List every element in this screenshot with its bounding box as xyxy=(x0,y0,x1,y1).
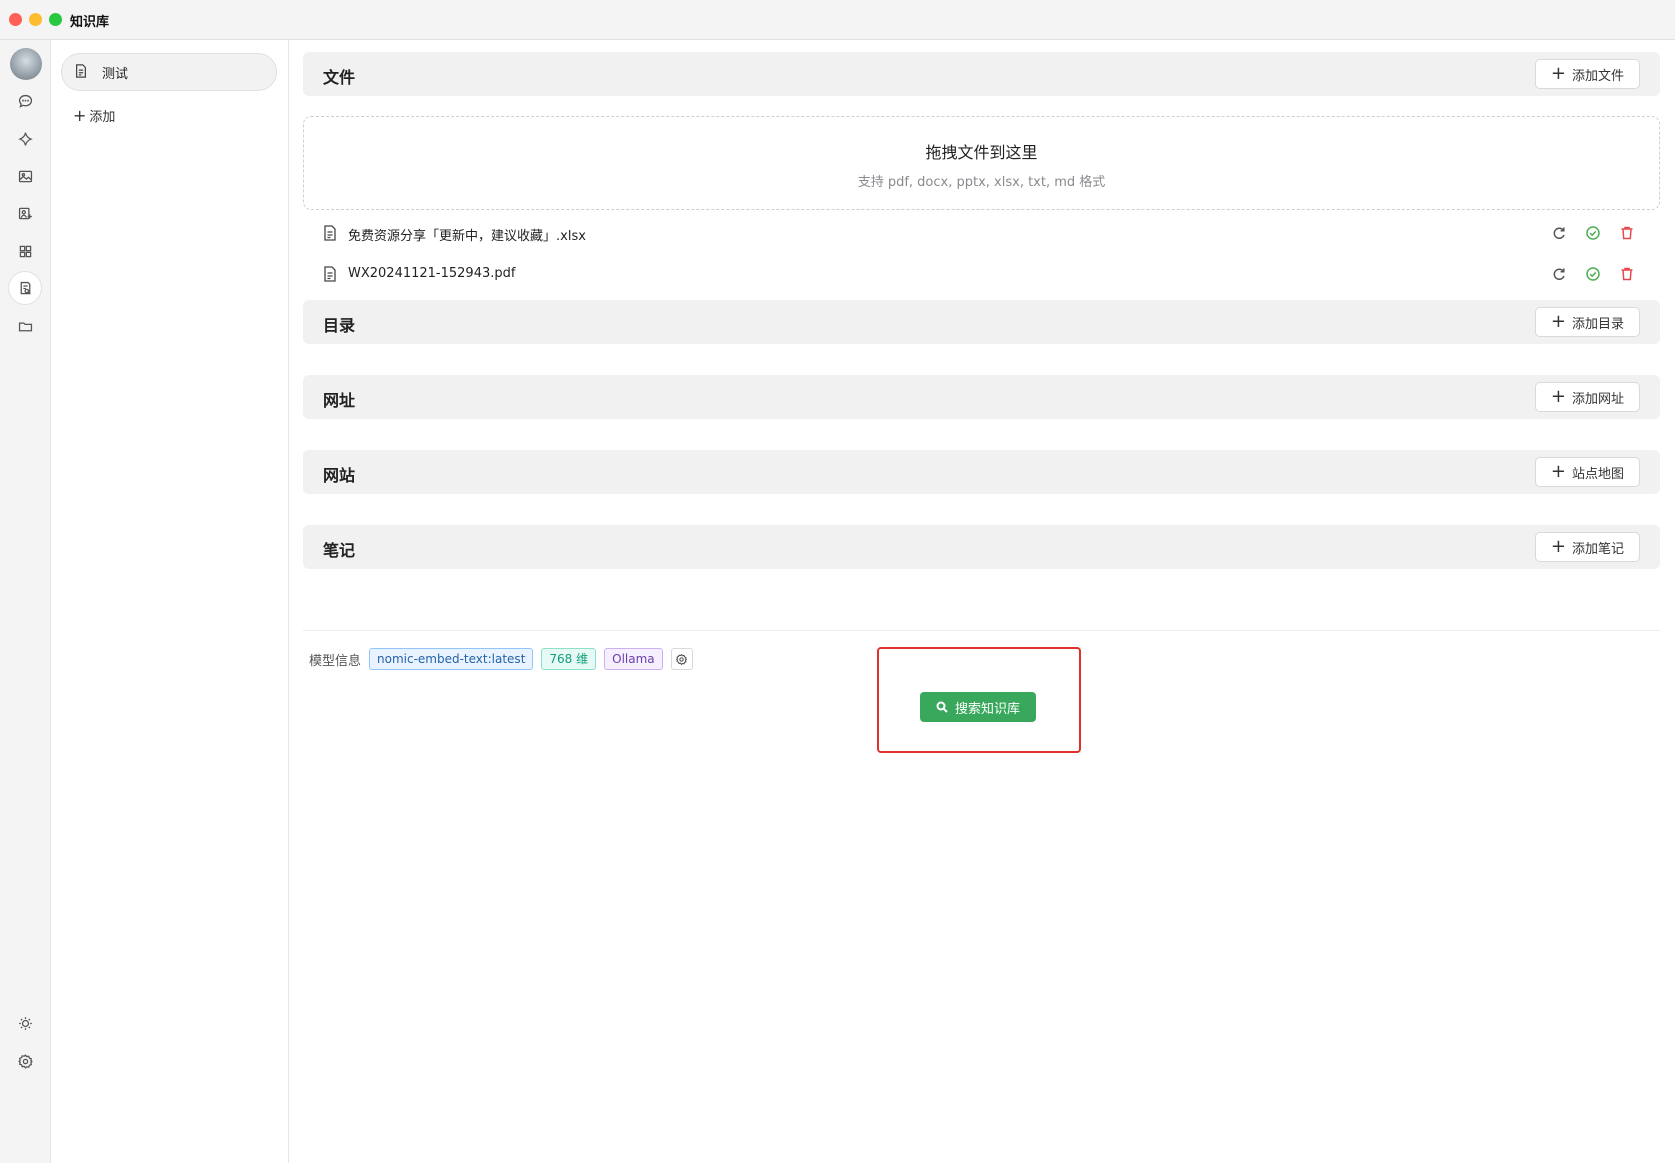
image-icon[interactable] xyxy=(8,159,42,193)
folder-icon[interactable] xyxy=(8,309,42,343)
reload-icon[interactable] xyxy=(1551,225,1567,241)
add-directory-button[interactable]: + 添加目录 xyxy=(1534,307,1640,337)
file-name: 免费资源分享「更新中，建议收藏」.xlsx xyxy=(348,229,586,244)
delete-icon[interactable] xyxy=(1619,266,1635,282)
window-title: 知识库 xyxy=(70,15,110,30)
directory-section-header: 目录 + 添加目录 xyxy=(303,300,1660,344)
knowledge-base-list: 测试 + 添加 xyxy=(51,40,289,1163)
search-knowledge-base-button[interactable]: 搜索知识库 xyxy=(920,692,1036,722)
plus-icon: + xyxy=(1550,311,1566,332)
document-icon xyxy=(74,63,88,82)
model-settings-button[interactable] xyxy=(670,648,693,670)
title-bar: 知识库 xyxy=(0,0,1675,40)
plus-icon: + xyxy=(1550,536,1566,557)
search-button-label: 搜索知识库 xyxy=(954,701,1020,717)
add-kb-label: 添加 xyxy=(89,110,116,125)
plus-icon: + xyxy=(1550,461,1566,482)
model-info-row: 模型信息 nomic-embed-text:latest 768 维 Ollam… xyxy=(309,648,693,670)
website-section-header: 网站 + 站点地图 xyxy=(303,450,1660,494)
add-url-label: 添加网址 xyxy=(1571,391,1624,407)
divider xyxy=(303,630,1660,631)
check-circle-icon[interactable] xyxy=(1585,225,1601,241)
sun-icon[interactable] xyxy=(8,1006,42,1040)
dimensions-tag: 768 维 xyxy=(541,648,597,670)
plus-icon: + xyxy=(73,106,87,125)
section-title-files: 文件 xyxy=(323,68,356,87)
add-file-button[interactable]: + 添加文件 xyxy=(1534,59,1640,89)
apps-grid-icon[interactable] xyxy=(8,234,42,268)
section-title-urls: 网址 xyxy=(323,391,356,410)
icon-rail xyxy=(0,40,51,1163)
add-knowledge-base-button[interactable]: + 添加 xyxy=(73,106,116,126)
file-dropzone[interactable]: 拖拽文件到这里 支持 pdf, docx, pptx, xlsx, txt, m… xyxy=(303,116,1660,210)
kb-item-test[interactable]: 测试 xyxy=(61,53,277,91)
knowledge-icon[interactable] xyxy=(8,271,42,305)
minimize-window-button[interactable] xyxy=(29,13,42,26)
sitemap-button[interactable]: + 站点地图 xyxy=(1534,457,1640,487)
close-window-button[interactable] xyxy=(9,13,22,26)
check-circle-icon[interactable] xyxy=(1585,266,1601,282)
urls-section-header: 网址 + 添加网址 xyxy=(303,375,1660,419)
file-name: WX20241121-152943.pdf xyxy=(348,266,516,281)
sitemap-label: 站点地图 xyxy=(1571,466,1624,482)
zoom-window-button[interactable] xyxy=(49,13,62,26)
file-row: WX20241121-152943.pdf xyxy=(303,257,1660,293)
reload-icon[interactable] xyxy=(1551,266,1567,282)
add-directory-label: 添加目录 xyxy=(1571,316,1624,332)
image-person-icon[interactable] xyxy=(8,196,42,230)
main-content: 文件 + 添加文件 拖拽文件到这里 支持 pdf, docx, pptx, xl… xyxy=(289,40,1675,1163)
settings-icon[interactable] xyxy=(8,1044,42,1078)
section-title-website: 网站 xyxy=(323,466,356,485)
add-note-button[interactable]: + 添加笔记 xyxy=(1534,532,1640,562)
avatar[interactable] xyxy=(10,48,42,80)
section-title-notes: 笔记 xyxy=(323,541,356,560)
app-window: 知识库 测试 + 添加 文件 + 添加文件 拖拽文件到这里 支持 pdf, do… xyxy=(0,0,1675,1163)
section-title-directory: 目录 xyxy=(323,316,356,335)
kb-item-label: 测试 xyxy=(102,66,129,82)
dropzone-subtitle: 支持 pdf, docx, pptx, xlsx, txt, md 格式 xyxy=(857,175,1106,190)
notes-section-header: 笔记 + 添加笔记 xyxy=(303,525,1660,569)
file-row: 免费资源分享「更新中，建议收藏」.xlsx xyxy=(303,216,1660,252)
embedding-model-tag: nomic-embed-text:latest xyxy=(369,648,534,670)
provider-tag: Ollama xyxy=(604,648,663,670)
file-icon xyxy=(323,266,337,282)
gear-icon xyxy=(676,653,688,665)
files-section-header: 文件 + 添加文件 xyxy=(303,52,1660,96)
dropzone-title: 拖拽文件到这里 xyxy=(925,143,1038,162)
sparkle-icon[interactable] xyxy=(8,122,42,156)
plus-icon: + xyxy=(1550,63,1566,84)
delete-icon[interactable] xyxy=(1619,225,1635,241)
model-info-label: 模型信息 xyxy=(309,653,362,669)
add-note-label: 添加笔记 xyxy=(1571,541,1624,557)
search-icon xyxy=(936,701,948,713)
add-url-button[interactable]: + 添加网址 xyxy=(1534,382,1640,412)
file-icon xyxy=(323,225,337,241)
plus-icon: + xyxy=(1550,386,1566,407)
chat-icon[interactable] xyxy=(8,84,42,118)
add-file-label: 添加文件 xyxy=(1571,68,1624,84)
